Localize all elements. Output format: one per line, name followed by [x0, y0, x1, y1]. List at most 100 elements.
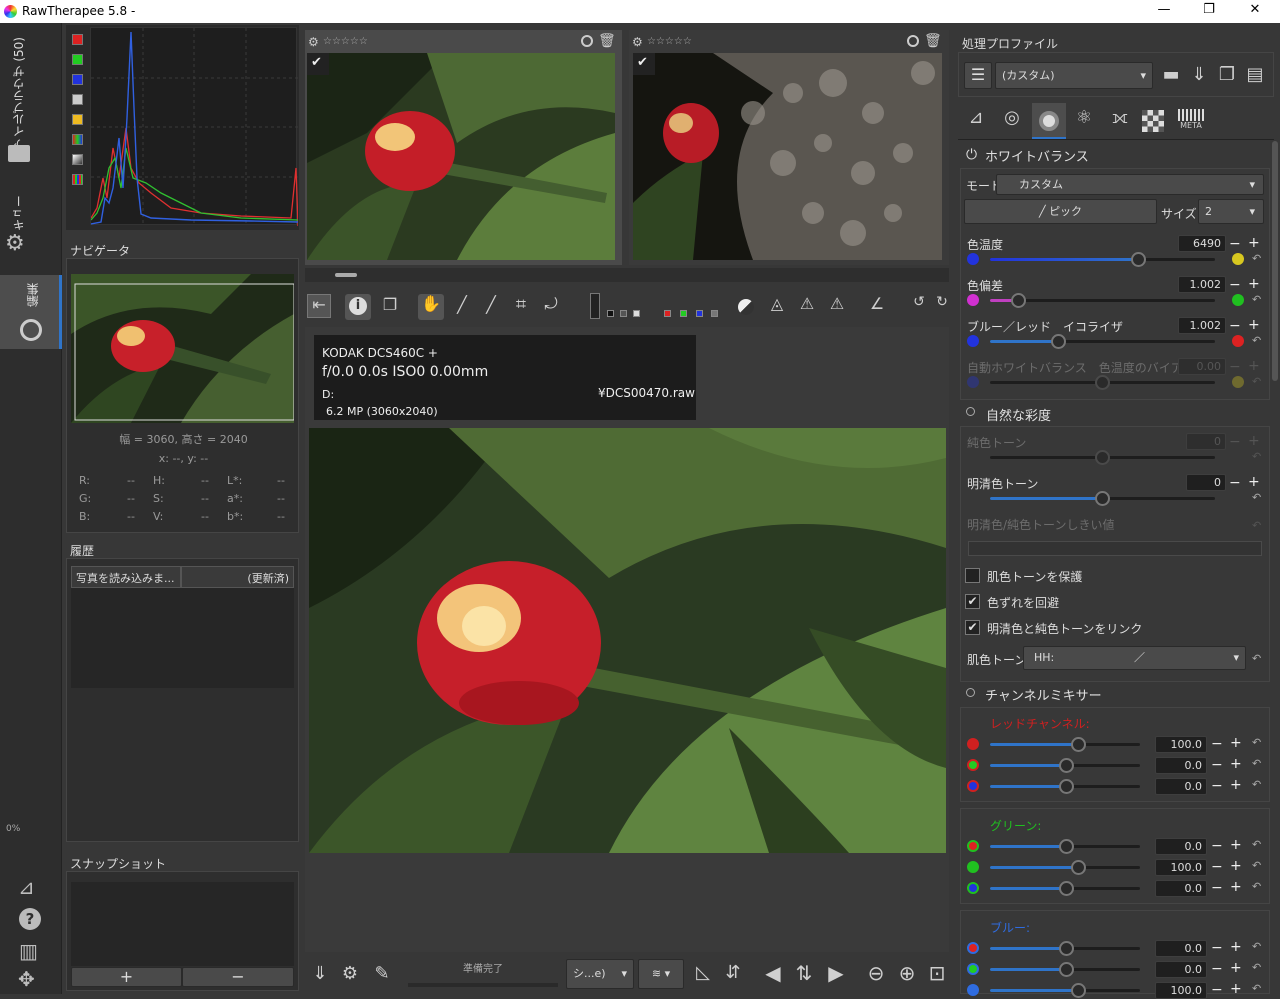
mixer-red-0-thumb[interactable] [1071, 737, 1086, 752]
mixer-green-2-increment[interactable]: + [1230, 879, 1242, 895]
wb-size-select[interactable]: 2 ▾ [1198, 199, 1264, 224]
red-preview-swatch[interactable] [664, 310, 671, 317]
thumb2-check-icon[interactable]: ✔ [637, 55, 648, 70]
color-tab-icon[interactable] [1032, 103, 1066, 139]
focus-mask-icon[interactable] [738, 299, 754, 315]
bg-gray-swatch[interactable] [620, 310, 627, 317]
rgb-bar-toggle[interactable] [72, 174, 83, 185]
tint-increment[interactable]: + [1248, 276, 1260, 292]
crop-icon[interactable]: ⌗ [509, 294, 533, 315]
hand-tool-icon[interactable]: ✋ [418, 294, 444, 320]
green-preview-swatch[interactable] [680, 310, 687, 317]
output-profile-select[interactable]: シ...e) ▾ [566, 959, 634, 989]
mixer-blue-2-thumb[interactable] [1071, 983, 1086, 998]
perspective-icon[interactable]: ∠ [865, 294, 889, 313]
shadow-clip-icon[interactable]: ◬ [765, 294, 789, 313]
zoom-in-icon[interactable]: ⊕ [895, 961, 919, 985]
mixer-blue-1-thumb[interactable] [1059, 962, 1074, 977]
navigator-preview[interactable] [71, 274, 294, 423]
auto-wb-bias-thumb[interactable] [1095, 375, 1110, 390]
saturated-tones-decrement[interactable]: − [1229, 475, 1241, 491]
thumb1-reject-icon[interactable] [581, 35, 593, 47]
thumb2-stars[interactable]: ☆☆☆☆☆ [647, 36, 692, 47]
vibrance-enable-icon[interactable] [966, 407, 975, 416]
mixer-red-2-increment[interactable]: + [1230, 777, 1242, 793]
saturated-tones-value[interactable]: 0 [1186, 474, 1226, 491]
skin-tone-reset-icon[interactable]: ↶ [1252, 652, 1261, 665]
saturated-tones-increment[interactable]: + [1248, 474, 1260, 490]
raw-tab-icon[interactable] [1142, 110, 1164, 132]
mixer-green-1-thumb[interactable] [1071, 860, 1086, 875]
preview-bg-toggle[interactable] [590, 293, 600, 319]
mixer-green-2-thumb[interactable] [1059, 881, 1074, 896]
main-image[interactable] [309, 428, 946, 853]
mixer-blue-1-decrement[interactable]: − [1211, 961, 1223, 977]
mixer-red-1-thumb[interactable] [1059, 758, 1074, 773]
save-image-icon[interactable]: ⇓ [307, 963, 333, 984]
mixer-red-1-reset-icon[interactable]: ↶ [1252, 757, 1261, 770]
mixer-red-2-decrement[interactable]: − [1211, 778, 1223, 794]
blue-channel-toggle[interactable] [72, 74, 83, 85]
mixer-red-2-thumb[interactable] [1059, 779, 1074, 794]
history-row-name[interactable]: 写真を読み込みま... [71, 566, 181, 588]
red-channel-toggle[interactable] [72, 34, 83, 45]
tint-reset-icon[interactable]: ↶ [1252, 293, 1261, 306]
mixer-blue-1-increment[interactable]: + [1230, 960, 1242, 976]
mixer-red-2-value[interactable]: 0.0 [1155, 778, 1207, 795]
thumb1-trash-icon[interactable]: 🗑 [598, 33, 616, 49]
before-after-icon[interactable]: ❐ [377, 295, 403, 321]
mixer-red-1-decrement[interactable]: − [1211, 757, 1223, 773]
mixer-red-0-increment[interactable]: + [1230, 735, 1242, 751]
advanced-tab-icon[interactable]: ⚛ [1068, 107, 1100, 137]
mixer-blue-1-reset-icon[interactable]: ↶ [1252, 961, 1261, 974]
color-picker-icon[interactable]: ╱ [479, 295, 503, 314]
pastel-tones-thumb[interactable] [1095, 450, 1110, 465]
temperature-reset-icon[interactable]: ↶ [1252, 252, 1261, 265]
skin-tone-curve-select[interactable]: HH: ／ ▾ [1023, 646, 1246, 670]
wb-title[interactable]: ホワイトバランス [985, 146, 1089, 165]
mixer-red-0-decrement[interactable]: − [1211, 736, 1223, 752]
tint-value[interactable]: 1.002 [1178, 276, 1226, 293]
pastel-tones-reset-icon[interactable]: ↶ [1252, 450, 1261, 463]
wb-picker-icon[interactable]: ╱ [450, 295, 474, 314]
move-icon[interactable]: ✥ [18, 967, 35, 991]
minimize-button[interactable]: — [1149, 2, 1179, 17]
vibrance-title[interactable]: 自然な彩度 [986, 405, 1051, 424]
zoom-fit-icon[interactable]: ⊡ [925, 961, 949, 985]
queue-icon[interactable]: ⚙ [337, 963, 363, 984]
mixer-green-0-increment[interactable]: + [1230, 837, 1242, 853]
chroma-toggle[interactable] [72, 114, 83, 125]
auto-wb-bias-reset-icon[interactable]: ↶ [1252, 375, 1261, 388]
detail-tab-icon[interactable]: ◎ [996, 107, 1028, 137]
thumb1-check-icon[interactable]: ✔ [311, 55, 322, 70]
mixer-blue-2-increment[interactable]: + [1230, 981, 1242, 997]
profile-list-icon[interactable]: ☰ [964, 62, 992, 89]
pastel-tones-increment[interactable]: + [1248, 433, 1260, 449]
mixer-green-0-thumb[interactable] [1059, 839, 1074, 854]
tool-panel-scrollbar[interactable] [1272, 141, 1278, 381]
zoom-out-icon[interactable]: ⊖ [864, 961, 888, 985]
wb-pick-button[interactable]: ╱ ピック [964, 199, 1157, 224]
protect-skin-checkbox[interactable] [965, 568, 980, 583]
blue-preview-swatch[interactable] [696, 310, 703, 317]
threshold-reset-icon[interactable]: ↶ [1252, 519, 1261, 532]
mixer-green-1-reset-icon[interactable]: ↶ [1252, 859, 1261, 872]
bg-black-swatch[interactable] [607, 310, 614, 317]
green-channel-toggle[interactable] [72, 54, 83, 65]
blue-red-equalizer-reset-icon[interactable]: ↶ [1252, 334, 1261, 347]
tab-queue[interactable]: キュー [10, 195, 27, 231]
thumb2-reject-icon[interactable] [907, 35, 919, 47]
saturated-tones-reset-icon[interactable]: ↶ [1252, 491, 1261, 504]
transform-tab-icon[interactable]: ⟗ [1104, 107, 1136, 137]
sliders-icon[interactable]: ▥ [19, 939, 38, 963]
help-icon[interactable]: ? [19, 908, 41, 930]
temperature-thumb[interactable] [1131, 252, 1146, 267]
navigation-icon[interactable]: ⇵ [720, 962, 746, 983]
mixer-green-1-value[interactable]: 100.0 [1155, 859, 1207, 876]
shadow-warning-icon[interactable]: ⚠ [825, 294, 849, 313]
mixer-red-0-reset-icon[interactable]: ↶ [1252, 736, 1261, 749]
mixer-blue-2-decrement[interactable]: − [1211, 982, 1223, 998]
filmstrip-scroll-thumb[interactable] [335, 273, 357, 277]
main-preview-area[interactable]: KODAK DCS460C + f/0.0 0.0s ISO0 0.00mm D… [305, 327, 949, 952]
rotate-left-icon[interactable]: ↺ [907, 294, 931, 310]
